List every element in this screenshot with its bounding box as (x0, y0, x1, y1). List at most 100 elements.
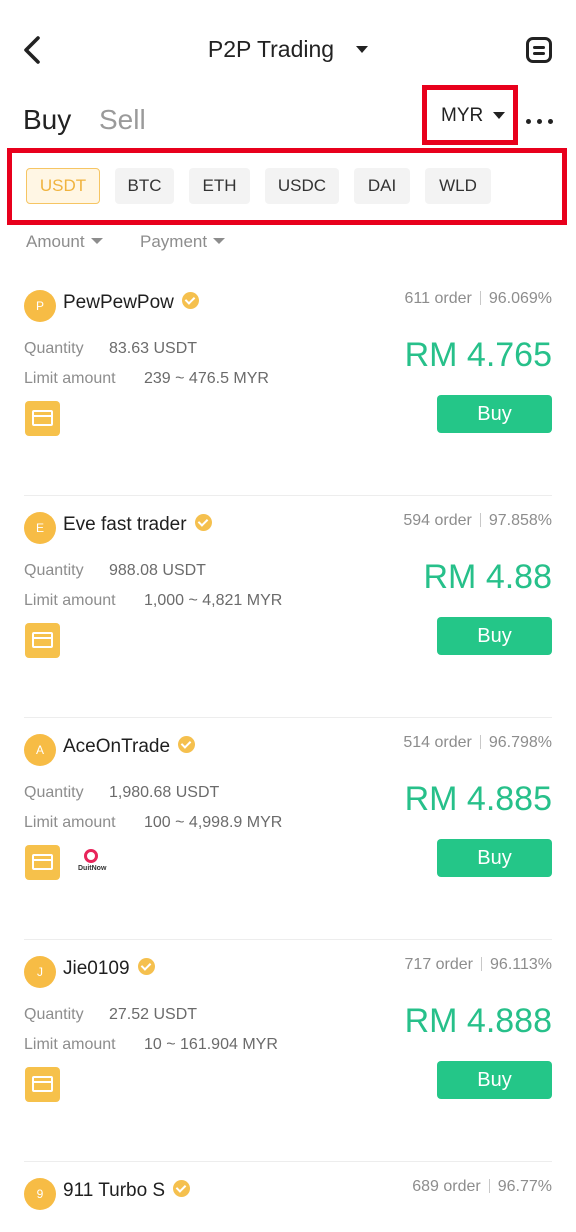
merchant-stats: 611 order 96.069% (405, 290, 552, 308)
trade-side-tabs: Buy Sell MYR (0, 85, 576, 148)
currency-selector[interactable]: MYR (422, 85, 518, 145)
unit-price: RM 4.888 (404, 1002, 552, 1040)
ad-listing[interactable]: A AceOnTrade 514 order 96.798% Quantity 1… (0, 718, 576, 940)
limit-value: 100 ~ 4,998.9 MYR (144, 814, 283, 831)
completion-rate: 96.77% (497, 1178, 552, 1195)
coin-chip-usdc[interactable]: USDC (265, 168, 339, 204)
duitnow-ring (84, 849, 98, 863)
chevron-down-icon (213, 237, 226, 244)
unit-price: RM 4.765 (404, 336, 552, 374)
completion-rate: 96.069% (488, 290, 552, 307)
limit-label: Limit amount (24, 1036, 116, 1053)
verified-badge-icon (181, 292, 199, 310)
buy-button[interactable]: Buy (437, 1061, 552, 1099)
merchant-name-text: AceOnTrade (63, 736, 171, 757)
duitnow-label: DuitNow (78, 865, 107, 872)
buy-button[interactable]: Buy (437, 395, 552, 433)
divider (481, 956, 483, 971)
chevron-down-icon (90, 237, 103, 244)
coin-chip-wld[interactable]: WLD (425, 168, 491, 204)
avatar: 9 (24, 1178, 56, 1210)
coin-chip-dai[interactable]: DAI (354, 168, 410, 204)
quantity-value: 1,980.68 USDT (109, 784, 220, 801)
coin-chip-btc[interactable]: BTC (115, 168, 174, 204)
completion-rate: 96.798% (488, 734, 552, 751)
payment-filter[interactable]: Payment (140, 232, 226, 252)
limit-value: 10 ~ 161.904 MYR (144, 1036, 278, 1053)
buy-button[interactable]: Buy (437, 617, 552, 655)
merchant-name[interactable]: PewPewPow (63, 292, 199, 314)
limit-value: 239 ~ 476.5 MYR (144, 370, 269, 387)
avatar: A (24, 734, 56, 766)
avatar: E (24, 512, 56, 544)
merchant-name[interactable]: 911 Turbo S (63, 1180, 191, 1202)
limit-label: Limit amount (24, 814, 116, 831)
page-title: P2P Trading (207, 36, 335, 62)
ad-listing[interactable]: E Eve fast trader 594 order 97.858% Quant… (0, 496, 576, 718)
amount-filter-label: Amount (26, 232, 85, 251)
duitnow-logo-icon: DuitNow (78, 849, 106, 879)
quantity-label: Quantity (24, 562, 84, 579)
order-count: 689 order (412, 1178, 481, 1195)
ad-listing[interactable]: P PewPewPow 611 order 96.069% Quantity 83… (0, 274, 576, 496)
order-count: 594 order (403, 512, 472, 529)
amount-filter[interactable]: Amount (26, 232, 103, 252)
orders-list-icon[interactable] (526, 37, 552, 63)
divider (479, 290, 481, 305)
divider (479, 734, 481, 749)
completion-rate: 97.858% (488, 512, 552, 529)
avatar: J (24, 956, 56, 988)
divider (479, 512, 481, 527)
verified-badge-icon (173, 1180, 191, 1198)
merchant-stats: 717 order 96.113% (405, 956, 552, 974)
verified-badge-icon (137, 958, 155, 976)
unit-price: RM 4.885 (404, 780, 552, 818)
bank-card-icon (25, 623, 60, 658)
merchant-name-text: 911 Turbo S (63, 1180, 166, 1201)
merchant-name[interactable]: Eve fast trader (63, 514, 212, 536)
bank-card-icon (25, 1067, 60, 1102)
order-count: 611 order (404, 290, 472, 307)
coin-chip-eth[interactable]: ETH (189, 168, 250, 204)
tab-buy[interactable]: Buy (23, 104, 71, 136)
tab-sell[interactable]: Sell (99, 104, 146, 136)
order-count: 514 order (403, 734, 472, 751)
ad-listing[interactable]: J Jie0109 717 order 96.113% Quantity 27.5… (0, 940, 576, 1162)
order-count: 717 order (404, 956, 474, 973)
avatar: P (24, 290, 56, 322)
verified-badge-icon (178, 736, 196, 754)
merchant-name-text: Jie0109 (63, 958, 130, 979)
quantity-value: 27.52 USDT (109, 1006, 198, 1023)
merchant-stats: 514 order 96.798% (403, 734, 552, 752)
bank-card-icon (25, 401, 60, 436)
unit-price: RM 4.88 (423, 558, 553, 596)
payment-filter-label: Payment (140, 232, 208, 251)
merchant-stats: 689 order 96.77% (412, 1178, 552, 1196)
divider (488, 1178, 490, 1193)
buy-button[interactable]: Buy (437, 839, 552, 877)
limit-label: Limit amount (24, 592, 116, 609)
completion-rate: 96.113% (490, 956, 552, 973)
coin-filter-bar: USDT BTC ETH USDC DAI WLD (7, 148, 567, 225)
limit-label: Limit amount (24, 370, 116, 387)
bank-card-icon (25, 845, 60, 880)
quantity-value: 83.63 USDT (109, 340, 198, 357)
quantity-value: 988.08 USDT (109, 562, 206, 579)
quantity-label: Quantity (24, 1006, 84, 1023)
more-options-icon[interactable] (526, 119, 554, 125)
limit-value: 1,000 ~ 4,821 MYR (144, 592, 283, 609)
merchant-name-text: PewPewPow (63, 292, 174, 313)
merchant-name[interactable]: AceOnTrade (63, 736, 196, 758)
coin-chip-usdt[interactable]: USDT (26, 168, 100, 204)
merchant-name[interactable]: Jie0109 (63, 958, 155, 980)
chevron-down-icon (356, 46, 369, 54)
page-title-dropdown[interactable]: P2P Trading (0, 36, 576, 63)
quantity-label: Quantity (24, 340, 84, 357)
merchant-stats: 594 order 97.858% (403, 512, 552, 530)
chevron-down-icon (493, 112, 505, 119)
merchant-name-text: Eve fast trader (63, 514, 187, 535)
quantity-label: Quantity (24, 784, 84, 801)
currency-label: MYR (441, 105, 484, 126)
verified-badge-icon (194, 514, 212, 532)
ad-listing[interactable]: 9 911 Turbo S 689 order 96.77% (0, 1162, 576, 1232)
